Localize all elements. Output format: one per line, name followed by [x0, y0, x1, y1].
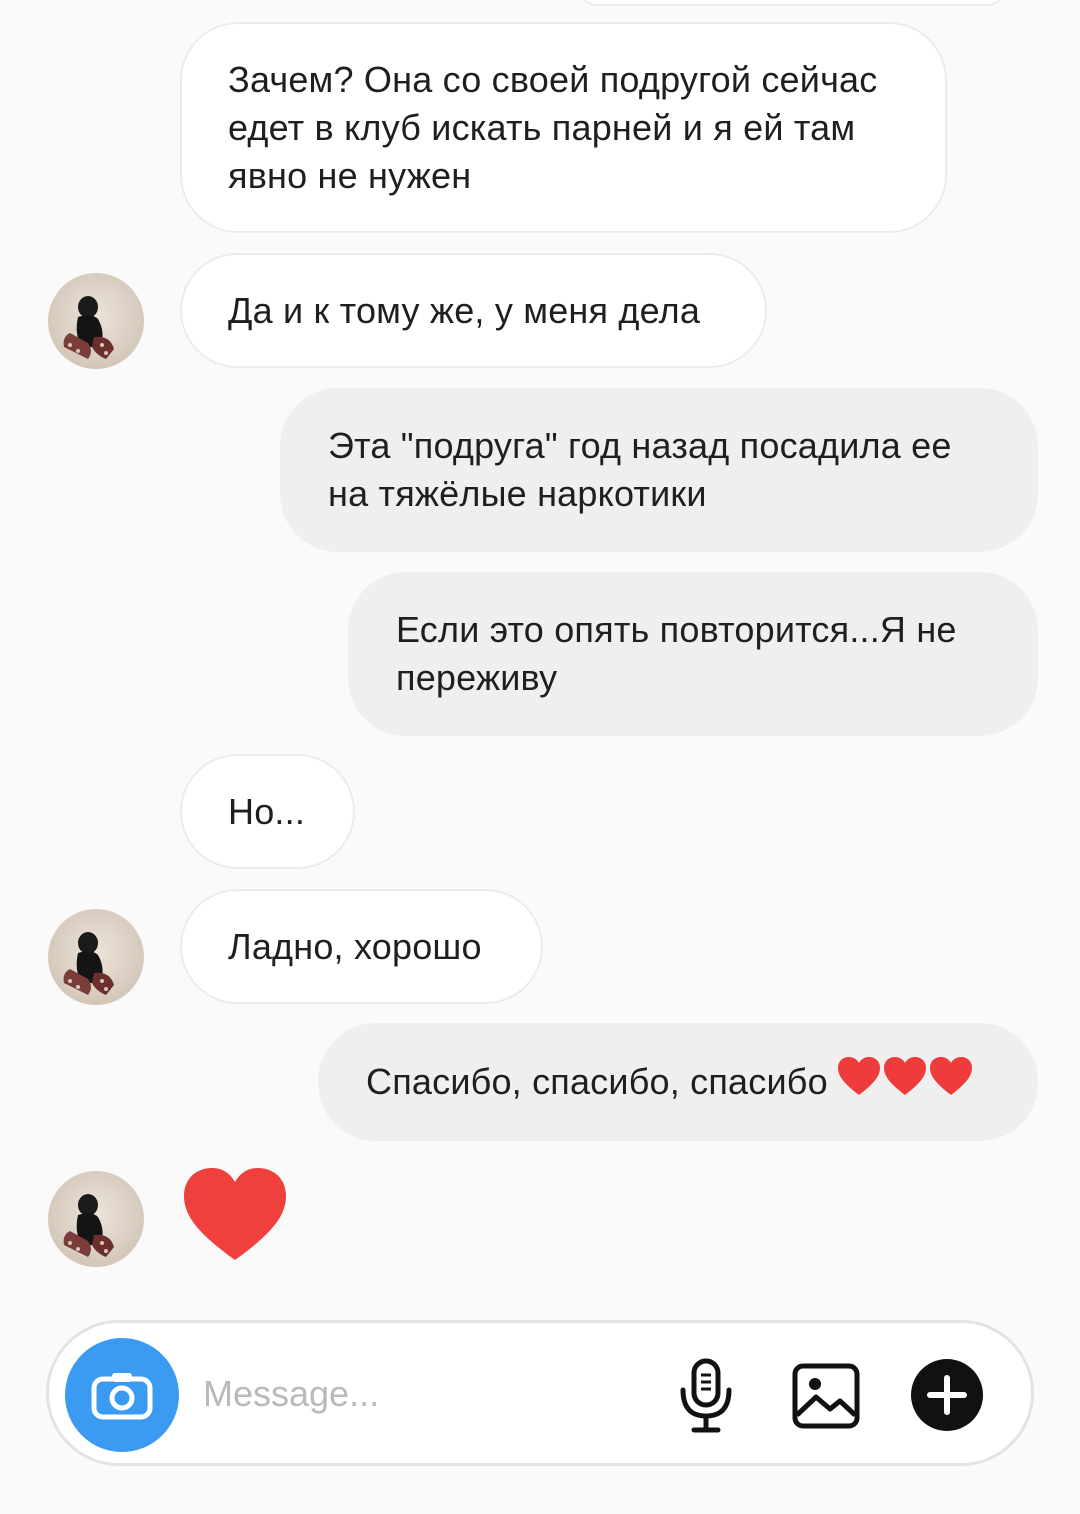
contact-avatar[interactable] [48, 273, 144, 369]
heart-icon[interactable] [180, 1164, 290, 1264]
outgoing-message[interactable]: Спасибо, спасибо, спасибо [318, 1023, 1038, 1141]
microphone-icon [680, 1358, 732, 1433]
outgoing-message[interactable]: Эта "подруга" год назад посадила ее на т… [280, 388, 1038, 552]
message-text: Ладно, хорошо [228, 925, 482, 967]
add-button[interactable] [909, 1357, 985, 1433]
plus-icon [911, 1359, 983, 1431]
camera-button[interactable] [65, 1338, 179, 1452]
message-text: Да и к тому же, у меня дела [228, 289, 701, 331]
previous-message-bubble [575, 0, 1009, 6]
message-text: Но... [228, 790, 306, 832]
contact-avatar[interactable] [48, 1171, 144, 1267]
outgoing-message[interactable]: Если это опять повторится...Я не пережив… [348, 572, 1038, 736]
person-icon [63, 932, 114, 995]
contact-avatar[interactable] [48, 909, 144, 1005]
person-icon [63, 1194, 114, 1257]
microphone-button[interactable] [671, 1356, 741, 1436]
message-thread: Зачем? Она со своей подругой сейчас едет… [0, 0, 1080, 1300]
person-icon [63, 296, 114, 359]
message-composer [46, 1320, 1034, 1466]
incoming-message[interactable]: Зачем? Она со своей подругой сейчас едет… [180, 22, 947, 233]
message-input[interactable] [201, 1353, 645, 1435]
message-text: Зачем? Она со своей подругой сейчас едет… [228, 58, 878, 196]
hearts-emoji [836, 1055, 974, 1109]
incoming-message[interactable]: Да и к тому же, у меня дела [180, 253, 767, 368]
message-text: Спасибо, спасибо, спасибо [366, 1061, 828, 1102]
image-icon [792, 1363, 860, 1429]
incoming-message[interactable]: Ладно, хорошо [180, 889, 543, 1004]
message-text: Если это опять повторится...Я не пережив… [396, 609, 957, 698]
gallery-button[interactable] [789, 1359, 863, 1433]
message-text: Эта "подруга" год назад посадила ее на т… [328, 425, 952, 514]
camera-icon [91, 1373, 153, 1420]
incoming-message[interactable]: Но... [180, 754, 355, 869]
